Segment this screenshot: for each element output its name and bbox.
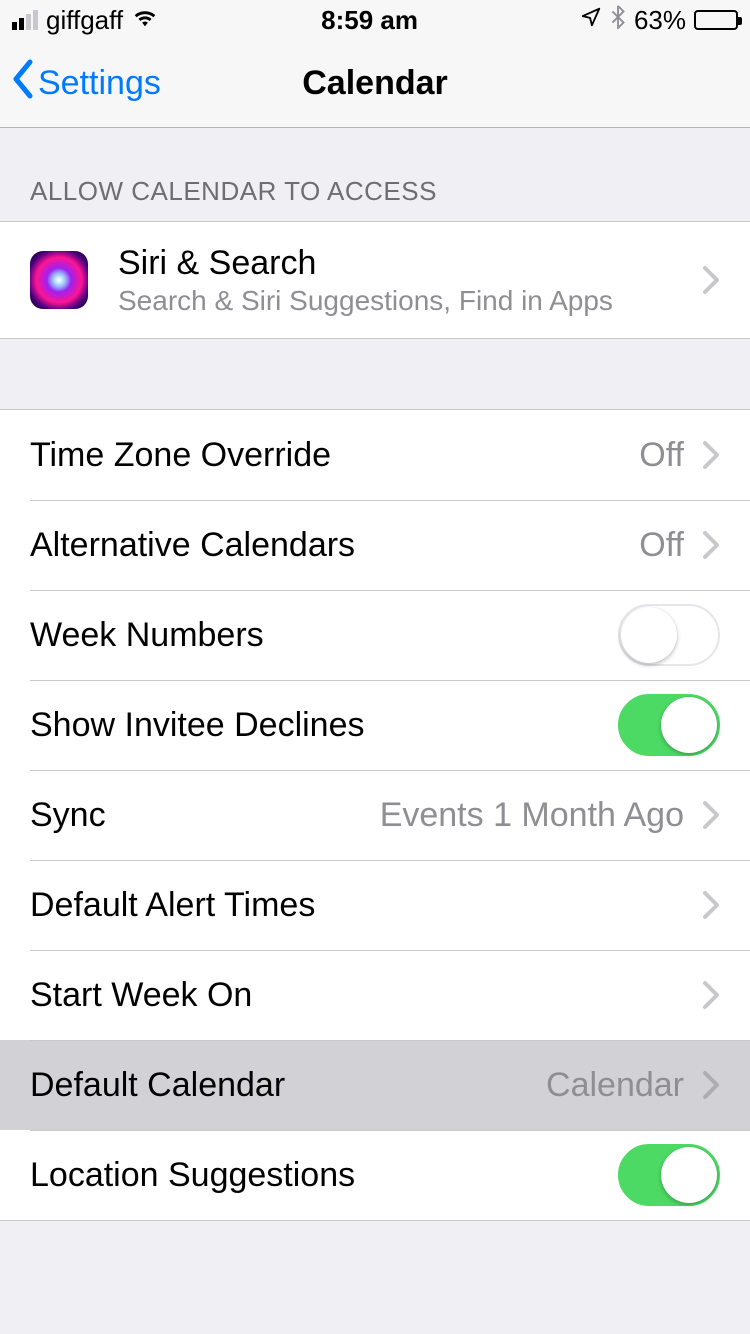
toggle-invitee-declines[interactable] [618,694,720,756]
row-value: Events 1 Month Ago [380,796,684,835]
cell-signal-icon [12,10,38,30]
chevron-right-icon [702,890,720,920]
row-title: Siri & Search [118,243,702,284]
row-label: Start Week On [30,975,702,1016]
row-value: Calendar [546,1066,684,1105]
siri-icon [30,251,88,309]
row-label: Show Invitee Declines [30,705,618,746]
row-subtitle: Search & Siri Suggestions, Find in Apps [118,285,702,317]
status-bar: giffgaff 8:59 am 63% [0,0,750,40]
toggle-week-numbers[interactable] [618,604,720,666]
row-sync[interactable]: Sync Events 1 Month Ago [0,770,750,860]
battery-icon [694,10,738,30]
row-default-alert-times[interactable]: Default Alert Times [0,860,750,950]
chevron-right-icon [702,800,720,830]
carrier-label: giffgaff [46,5,123,36]
spacer [0,339,750,409]
status-right: 63% [580,5,738,36]
row-time-zone-override[interactable]: Time Zone Override Off [0,410,750,500]
row-start-week-on[interactable]: Start Week On [0,950,750,1040]
row-show-invitee-declines[interactable]: Show Invitee Declines [0,680,750,770]
row-label: Sync [30,795,380,836]
row-text: Siri & Search Search & Siri Suggestions,… [118,243,702,318]
row-label: Week Numbers [30,615,618,656]
chevron-right-icon [702,265,720,295]
section-header-access: ALLOW CALENDAR TO ACCESS [0,128,750,221]
nav-bar: Settings Calendar [0,40,750,128]
toggle-location-suggestions[interactable] [618,1144,720,1206]
row-value: Off [639,436,684,475]
row-label: Time Zone Override [30,435,639,476]
row-value: Off [639,526,684,565]
row-default-calendar[interactable]: Default Calendar Calendar [0,1040,750,1130]
row-label: Alternative Calendars [30,525,639,566]
chevron-right-icon [702,1070,720,1100]
location-icon [580,6,602,35]
chevron-right-icon [702,530,720,560]
wifi-icon [131,6,159,35]
chevron-right-icon [702,980,720,1010]
back-label: Settings [38,64,161,103]
status-left: giffgaff [12,5,159,36]
status-time: 8:59 am [321,5,418,36]
list-group-main: Time Zone Override Off Alternative Calen… [0,409,750,1221]
chevron-right-icon [702,440,720,470]
back-button[interactable]: Settings [10,58,161,109]
row-alternative-calendars[interactable]: Alternative Calendars Off [0,500,750,590]
bluetooth-icon [610,5,626,36]
page-title: Calendar [302,64,448,103]
list-group-siri: Siri & Search Search & Siri Suggestions,… [0,221,750,339]
row-week-numbers[interactable]: Week Numbers [0,590,750,680]
row-label: Default Calendar [30,1065,546,1106]
row-location-suggestions[interactable]: Location Suggestions [0,1130,750,1220]
row-label: Default Alert Times [30,885,702,926]
row-siri-search[interactable]: Siri & Search Search & Siri Suggestions,… [0,222,750,338]
battery-percentage: 63% [634,5,686,36]
row-label: Location Suggestions [30,1155,618,1196]
chevron-left-icon [10,58,34,109]
